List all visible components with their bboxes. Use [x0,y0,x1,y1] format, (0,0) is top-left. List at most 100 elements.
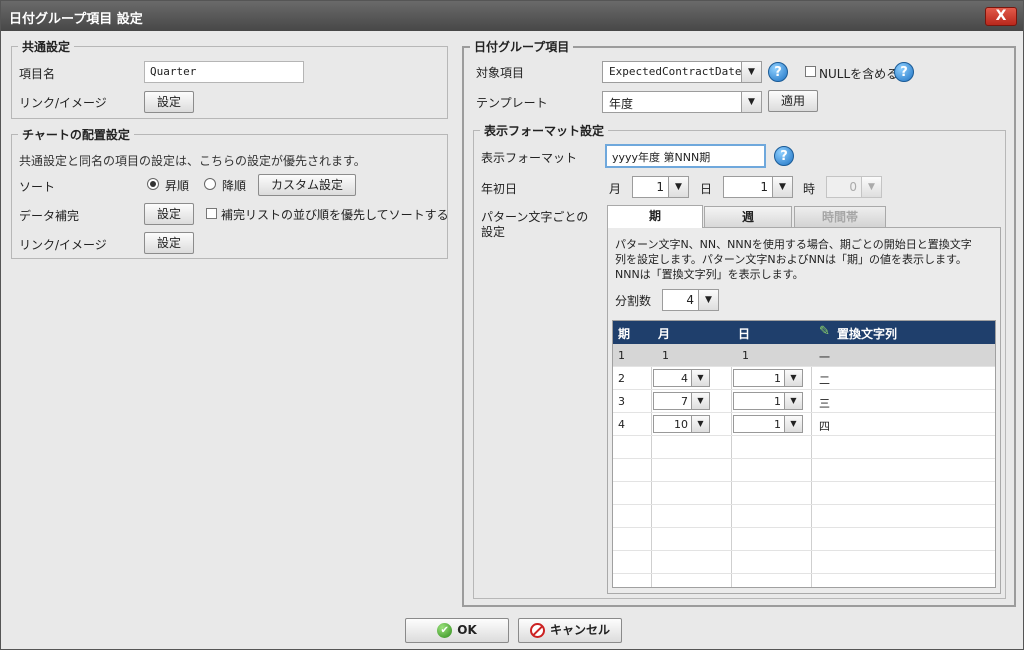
chevron-down-icon: ▼ [784,416,802,432]
sort-asc-radio[interactable] [147,178,159,190]
row-period: 1 [618,349,625,362]
row-day: 1 [774,395,781,408]
row-replace-text: 二 [819,374,830,387]
common-link-button[interactable]: 設定 [144,91,194,113]
template-value: 年度 [609,97,634,111]
format-settings-legend: 表示フォーマット設定 [484,124,605,138]
close-button[interactable]: X [985,7,1017,26]
ok-button[interactable]: ✔ OK [405,618,509,643]
apply-template-button[interactable]: 適用 [768,90,818,112]
format-input[interactable]: yyyy年度 第NNN期 [605,144,766,168]
start-month-value: 1 [656,180,664,194]
row-month: 7 [681,395,688,408]
pattern-desc-line2: 列を設定します。パターン文字NおよびNNは「期」の値を表示します。 [615,253,967,266]
chevron-down-icon: ▼ [741,62,761,82]
row-month-select[interactable]: 10 ▼ [653,415,710,433]
start-month-label: 月 [609,182,622,196]
format-help-icon[interactable]: ? [774,146,794,166]
chevron-down-icon: ▼ [668,177,688,197]
row-month: 4 [681,372,688,385]
row-month: 10 [674,418,688,431]
row-month-select[interactable]: 4 ▼ [653,369,710,387]
row-replace-text: 一 [819,351,830,364]
pencil-icon: ✎ [819,324,830,339]
data-complement-button[interactable]: 設定 [144,203,194,225]
complement-order-label: 補完リストの並び順を優先してソートする [221,208,449,222]
empty-row [613,459,995,482]
header-day: 日 [738,327,751,341]
row-month-select[interactable]: 7 ▼ [653,392,710,410]
target-item-label: 対象項目 [476,66,525,80]
year-start-label: 年初日 [481,182,518,196]
row-period: 2 [618,372,625,385]
cancel-button[interactable]: キャンセル [518,618,622,643]
pattern-desc-line3: NNNは「置換文字列」を表示します。 [615,268,804,281]
row-day-select[interactable]: 1 ▼ [733,415,803,433]
cancel-icon [529,623,545,638]
date-group-legend: 日付グループ項目 [474,40,570,54]
sort-desc-radio[interactable] [204,178,216,190]
table-row[interactable]: 1 1 1 一 [613,344,995,367]
row-day-select[interactable]: 1 ▼ [733,392,803,410]
chart-note: 共通設定と同名の項目の設定は、こちらの設定が優先されます。 [19,154,366,168]
target-item-select[interactable]: ExpectedContractDate ▼ [602,61,762,83]
split-count-select[interactable]: 4 ▼ [662,289,719,311]
start-day-value: 1 [760,180,768,194]
template-label: テンプレート [476,96,548,110]
complement-order-checkbox[interactable] [206,208,217,219]
row-day: 1 [774,418,781,431]
custom-sort-button[interactable]: カスタム設定 [258,174,356,196]
include-null-checkbox[interactable] [805,66,816,77]
empty-row [613,551,995,574]
common-settings-legend: 共通設定 [22,40,71,54]
table-header: 期 月 日 ✎ 置換文字列 [613,321,995,344]
settings-dialog: 日付グループ項目 設定 X 共通設定 項目名 Quarter リンク/イメージ … [0,0,1024,650]
row-replace-text: 三 [819,397,830,410]
start-day-select[interactable]: 1 ▼ [723,176,793,198]
split-count-label: 分割数 [615,294,652,308]
empty-row [613,528,995,551]
table-row[interactable]: 2 4 ▼ 1 ▼ 二 [613,367,995,390]
row-period: 4 [618,418,625,431]
window-title: 日付グループ項目 設定 [9,12,143,27]
chevron-down-icon: ▼ [691,416,709,432]
template-select[interactable]: 年度 ▼ [602,91,762,113]
tab-week[interactable]: 週 [704,206,792,228]
chevron-down-icon: ▼ [772,177,792,197]
chart-link-button[interactable]: 設定 [144,232,194,254]
chart-link-label: リンク/イメージ [19,238,107,252]
row-day: 1 [774,372,781,385]
pattern-desc-line1: パターン文字N、NN、NNNを使用する場合、期ごとの開始日と置換文字 [615,238,972,251]
row-month: 1 [662,349,669,362]
chevron-down-icon: ▼ [698,290,718,310]
tab-period[interactable]: 期 [607,205,703,228]
header-replace-text: 置換文字列 [837,327,898,341]
tab-timeslot[interactable]: 時間帯 [794,206,886,228]
start-hour-value: 0 [849,180,857,194]
ok-label: OK [457,623,477,637]
table-row[interactable]: 3 7 ▼ 1 ▼ 三 [613,390,995,413]
chevron-down-icon: ▼ [861,177,881,197]
row-day-select[interactable]: 1 ▼ [733,369,803,387]
table-row[interactable]: 4 10 ▼ 1 ▼ 四 [613,413,995,436]
sort-desc-label: 降順 [222,179,247,193]
common-link-label: リンク/イメージ [19,96,107,110]
period-table: 期 月 日 ✎ 置換文字列 1 1 1 一 2 4 ▼ 1 ▼ 二 3 7 ▼ 1 ▼ … [612,320,996,588]
target-help-icon[interactable]: ? [768,62,788,82]
item-name-label: 項目名 [19,67,56,81]
chevron-down-icon: ▼ [691,393,709,409]
start-month-select[interactable]: 1 ▼ [632,176,689,198]
cancel-label: キャンセル [549,623,610,637]
header-period: 期 [618,327,631,341]
include-null-label: NULLを含める [819,67,899,81]
chevron-down-icon: ▼ [784,393,802,409]
sort-label: ソート [19,180,56,194]
item-name-input[interactable]: Quarter [144,61,304,83]
sort-asc-label: 昇順 [165,179,190,193]
empty-row [613,505,995,528]
row-day: 1 [742,349,749,362]
row-period: 3 [618,395,625,408]
chevron-down-icon: ▼ [691,370,709,386]
null-help-icon[interactable]: ? [894,62,914,82]
split-count-value: 4 [686,293,694,307]
